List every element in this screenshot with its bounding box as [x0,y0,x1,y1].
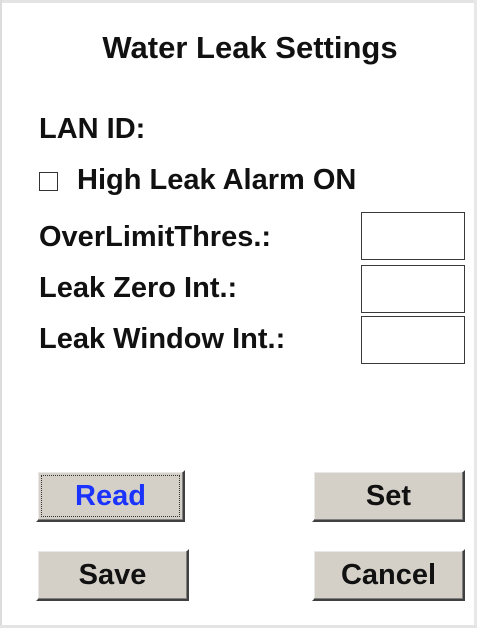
top-edge [0,0,477,3]
save-button-label: Save [78,559,147,591]
high-leak-alarm-label[interactable]: High Leak Alarm ON [77,164,356,197]
left-edge [0,0,2,628]
leak-zero-interval-label: Leak Zero Int.: [39,272,238,304]
over-limit-threshold-label: OverLimitThres.: [39,221,272,253]
lan-id-label: LAN ID: [39,113,146,145]
high-leak-alarm-checkbox[interactable] [39,172,58,191]
leak-window-interval-label: Leak Window Int.: [39,323,286,355]
set-button-label: Set [365,480,412,512]
leak-zero-interval-field[interactable] [361,265,465,313]
cancel-button-label: Cancel [340,559,437,591]
cancel-button[interactable]: Cancel [312,549,465,601]
water-leak-settings-screen: Water Leak Settings LAN ID: High Leak Al… [0,0,477,628]
read-button-label: Read [75,480,146,512]
save-button[interactable]: Save [36,549,189,601]
over-limit-threshold-field[interactable] [361,212,465,260]
read-button[interactable]: Read [36,470,185,522]
leak-window-interval-field[interactable] [361,316,465,364]
page-title: Water Leak Settings [102,30,398,65]
set-button[interactable]: Set [312,470,465,522]
